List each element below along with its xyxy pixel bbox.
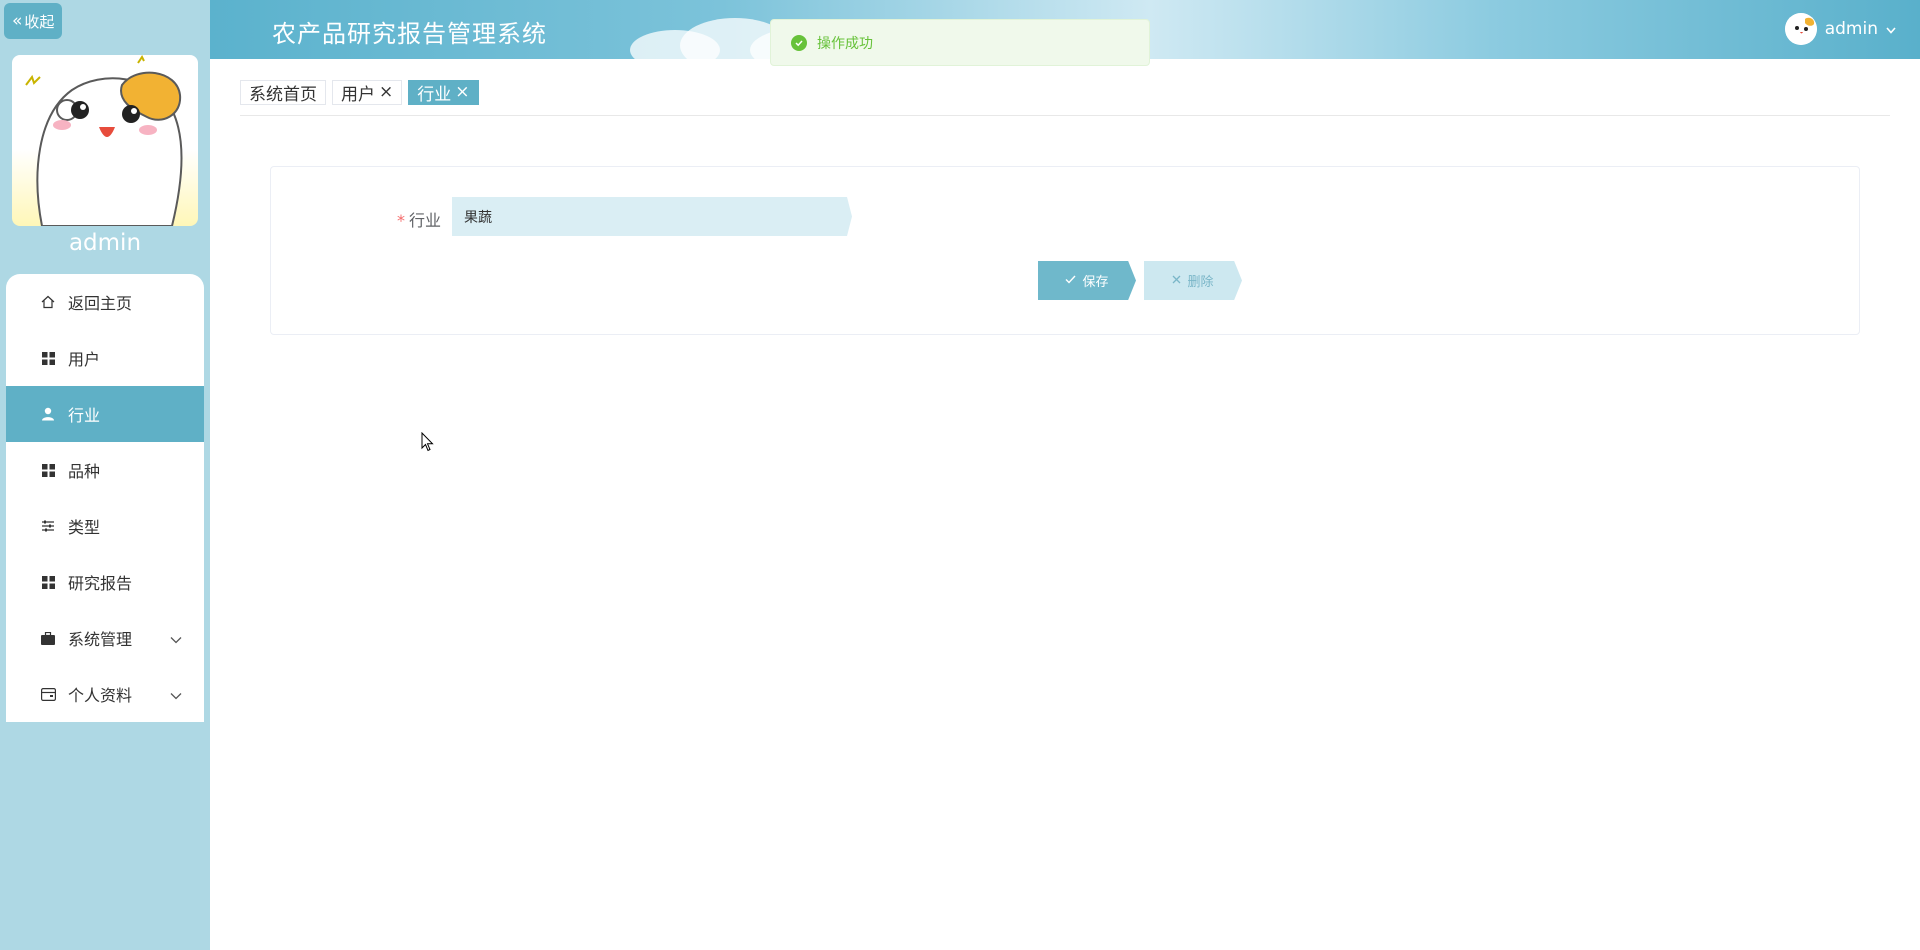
tab-users[interactable]: 用户 × — [332, 80, 403, 105]
sidebar-item-label: 返回主页 — [68, 294, 133, 313]
tab-label: 行业 — [417, 85, 452, 105]
sidebar-item-industry[interactable]: 行业 — [6, 386, 204, 442]
briefcase-icon — [38, 628, 58, 648]
grid-icon — [38, 572, 58, 592]
industry-input[interactable] — [452, 197, 852, 236]
sidebar-item-profile[interactable]: 个人资料 — [6, 666, 204, 722]
industry-form-card: *行业 保存 删除 — [270, 166, 1860, 335]
tab-industry[interactable]: 行业 × — [408, 80, 479, 105]
industry-field-label: * 行业 — [397, 211, 442, 230]
sidebar-menu: 返回主页 用户 行业 品种 类型 研究报告 系统管理 个人资料 — [6, 274, 204, 722]
chevron-down-icon — [1886, 19, 1896, 39]
sidebar: « 收起 admin 返回主页 用户 行业 品种 类型 研究报告 系统管理 个人… — [0, 0, 210, 950]
sidebar-item-label: 行业 — [68, 406, 101, 425]
sidebar-item-type[interactable]: 类型 — [6, 498, 204, 554]
chevron-down-icon — [170, 629, 182, 648]
save-label: 保存 — [1082, 275, 1109, 290]
toast-message: 操作成功 — [817, 35, 873, 52]
tab-home[interactable]: 系统首页 — [240, 80, 326, 105]
save-button[interactable]: 保存 — [1038, 261, 1136, 300]
sliders-icon — [38, 516, 58, 536]
collapse-label: 收起 — [24, 12, 55, 31]
hamster-avatar-image — [25, 55, 183, 226]
close-icon — [1172, 273, 1181, 288]
delete-button[interactable]: 删除 — [1144, 261, 1242, 300]
system-title: 农产品研究报告管理系统 — [272, 20, 547, 48]
mouse-cursor — [421, 431, 435, 457]
success-toast: 操作成功 — [770, 19, 1150, 66]
tab-label: 系统首页 — [249, 85, 317, 105]
tab-label: 用户 — [341, 85, 375, 105]
collapse-button[interactable]: « 收起 — [4, 3, 63, 39]
sidebar-item-label: 用户 — [68, 350, 101, 369]
sidebar-item-users[interactable]: 用户 — [6, 330, 204, 386]
sidebar-item-label: 系统管理 — [68, 630, 133, 649]
close-icon[interactable]: × — [379, 84, 393, 101]
user-icon — [38, 404, 58, 424]
user-menu[interactable]: admin — [1784, 13, 1896, 45]
double-chevron-left-icon: « — [12, 10, 23, 31]
grid-icon — [38, 460, 58, 480]
sidebar-avatar — [12, 55, 198, 226]
tabs-divider — [240, 115, 1890, 116]
check-icon — [1065, 273, 1076, 288]
avatar — [1784, 13, 1817, 45]
required-asterisk: * — [397, 211, 405, 230]
home-icon — [38, 292, 58, 312]
sidebar-item-system-management[interactable]: 系统管理 — [6, 610, 204, 666]
sidebar-item-home[interactable]: 返回主页 — [6, 274, 204, 330]
sidebar-username: admin — [68, 230, 142, 256]
sidebar-item-reports[interactable]: 研究报告 — [6, 554, 204, 610]
page-tabs: 系统首页 用户 × 行业 × — [240, 80, 479, 105]
sidebar-item-label: 个人资料 — [68, 686, 133, 705]
sidebar-item-label: 品种 — [68, 462, 101, 481]
sidebar-item-label: 研究报告 — [68, 574, 133, 593]
wallet-icon — [38, 684, 58, 704]
delete-label: 删除 — [1187, 275, 1214, 290]
check-circle-icon — [791, 34, 807, 51]
header-username: admin — [1824, 19, 1878, 39]
sidebar-item-variety[interactable]: 品种 — [6, 442, 204, 498]
grid-icon — [38, 348, 58, 368]
close-icon[interactable]: × — [455, 84, 469, 101]
sidebar-item-label: 类型 — [68, 518, 101, 537]
chevron-down-icon — [170, 685, 182, 704]
